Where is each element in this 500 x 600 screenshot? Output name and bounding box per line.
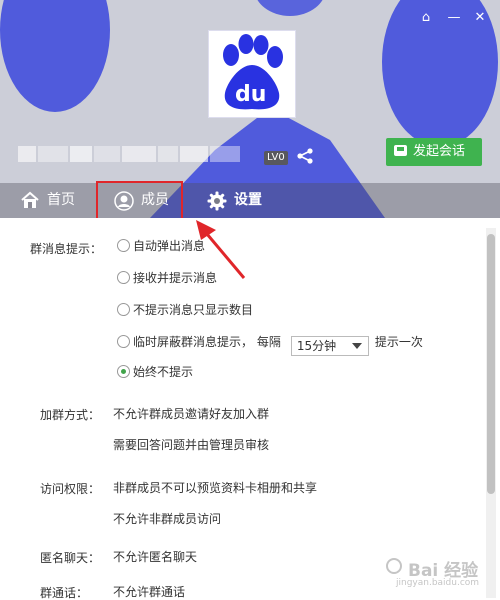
chat-icon [394, 145, 407, 156]
radio-button[interactable] [117, 303, 130, 316]
anonymous-chat-label: 匿名聊天： [40, 551, 101, 565]
option-label: 临时屏蔽群消息提示， 每隔 [133, 335, 281, 349]
option-label: 自动弹出消息 [133, 239, 206, 253]
group-avatar[interactable]: du [208, 30, 296, 118]
tab-home[interactable]: 首页 [20, 183, 90, 218]
tab-settings-label: 设置 [234, 192, 262, 208]
radio-option-receive-notify[interactable]: 接收并提示消息 [117, 270, 217, 286]
radio-option-never-notify[interactable]: 始终不提示 [117, 364, 193, 380]
vertical-scrollbar[interactable] [486, 228, 496, 598]
join-method-label: 加群方式： [40, 408, 101, 422]
share-icon[interactable] [296, 147, 314, 165]
paw-watermark-icon [386, 558, 402, 574]
radio-button[interactable] [117, 239, 130, 252]
skin-icon[interactable]: ⌂ [416, 8, 436, 28]
group-tabs: 首页 成员 设置 [0, 183, 500, 218]
home-icon [21, 191, 39, 208]
option-label: 始终不提示 [133, 365, 194, 379]
radio-button[interactable] [117, 271, 130, 284]
radio-option-temp-block[interactable]: 临时屏蔽群消息提示， 每隔 15分钟 提示一次 [117, 334, 423, 356]
gear-icon [207, 191, 227, 211]
group-call-value: 不允许群通话 [113, 585, 186, 599]
interval-suffix: 提示一次 [374, 335, 423, 349]
close-icon[interactable]: ✕ [470, 8, 490, 28]
chevron-down-icon [351, 343, 362, 349]
message-hint-label: 群消息提示： [30, 242, 103, 256]
join-method-value-1: 不允许群成员邀请好友加入群 [113, 407, 270, 421]
access-value-1: 非群成员不可以预览资料卡相册和共享 [113, 481, 318, 495]
baidu-jingyan-watermark: Bai 经验 jingyan.baidu.com [386, 554, 496, 594]
group-name-blurred [18, 146, 258, 166]
radio-button[interactable] [117, 335, 130, 348]
level-badge: LV0 [264, 151, 288, 165]
watermark-subtext: jingyan.baidu.com [396, 578, 480, 588]
group-call-label: 群通话： [40, 586, 89, 600]
anonymous-chat-value: 不允许匿名聊天 [113, 550, 198, 564]
radio-button-selected[interactable] [117, 365, 130, 378]
scroll-thumb[interactable] [487, 234, 495, 494]
access-label: 访问权限： [40, 482, 101, 496]
settings-panel: 群消息提示： 自动弹出消息 接收并提示消息 不提示消息只显示数目 临时屏蔽群消息… [0, 218, 500, 600]
highlight-annotation-box [96, 181, 183, 221]
svg-text:du: du [235, 82, 266, 107]
option-label: 不提示消息只显示数目 [133, 303, 254, 317]
baidu-paw-logo-icon: du [223, 34, 283, 110]
minimize-icon[interactable]: — [444, 8, 464, 28]
access-value-2: 不允许非群成员访问 [113, 512, 222, 526]
tab-home-label: 首页 [47, 192, 75, 208]
radio-option-auto-popup[interactable]: 自动弹出消息 [117, 238, 205, 254]
interval-select[interactable]: 15分钟 [290, 336, 369, 356]
start-chat-button[interactable]: 发起会话 [386, 138, 482, 166]
tab-settings[interactable]: 设置 [207, 183, 277, 218]
interval-value: 15分钟 [296, 339, 337, 353]
radio-option-count-only[interactable]: 不提示消息只显示数目 [117, 302, 253, 318]
join-method-value-2: 需要回答问题并由管理员审核 [113, 438, 270, 452]
option-label: 接收并提示消息 [133, 271, 218, 285]
start-chat-label: 发起会话 [413, 144, 466, 159]
